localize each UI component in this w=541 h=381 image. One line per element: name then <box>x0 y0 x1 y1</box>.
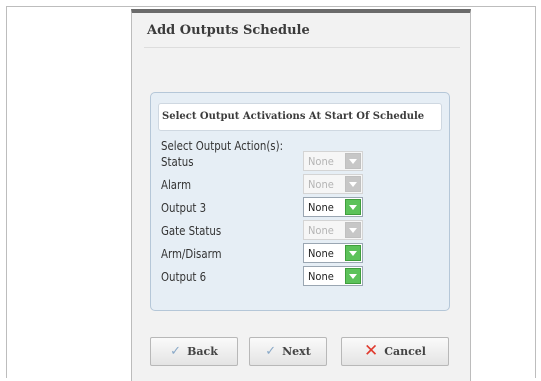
arm-disarm-select-value: None <box>308 247 334 260</box>
panel-header: Select Output Activations At Start Of Sc… <box>158 103 442 131</box>
gate-status-select: None <box>303 220 363 240</box>
output-activations-panel: Select Output Activations At Start Of Sc… <box>150 92 450 311</box>
check-icon: ✓ <box>170 344 182 359</box>
add-outputs-schedule-dialog: Add Outputs Schedule Select Output Activ… <box>131 9 471 381</box>
cancel-button-label: Cancel <box>384 345 426 358</box>
chevron-down-icon <box>345 153 361 169</box>
next-button[interactable]: ✓ Next <box>249 337 327 366</box>
status-select-value: None <box>308 155 334 168</box>
alarm-select: None <box>303 174 363 194</box>
arm-disarm-select[interactable]: None <box>303 243 363 263</box>
chevron-down-icon[interactable] <box>345 245 361 261</box>
select-output-actions-label: Select Output Action(s): <box>161 139 284 153</box>
row-label-alarm: Alarm <box>161 178 192 192</box>
x-icon: ✕ <box>363 341 379 361</box>
row-label-arm-disarm: Arm/Disarm <box>161 247 222 261</box>
panel-title: Select Output Activations At Start Of Sc… <box>162 111 425 122</box>
row-label-gate-status: Gate Status <box>161 224 222 238</box>
next-button-label: Next <box>282 345 311 358</box>
alarm-select-value: None <box>308 178 334 191</box>
chevron-down-icon[interactable] <box>345 199 361 215</box>
gate-status-select-value: None <box>308 224 334 237</box>
back-button-label: Back <box>187 345 218 358</box>
check-icon: ✓ <box>265 344 277 359</box>
output-3-select[interactable]: None <box>303 197 363 217</box>
chevron-down-icon[interactable] <box>345 268 361 284</box>
chevron-down-icon <box>345 176 361 192</box>
dialog-title: Add Outputs Schedule <box>147 23 310 38</box>
status-select: None <box>303 151 363 171</box>
back-button[interactable]: ✓ Back <box>150 337 238 366</box>
cancel-button[interactable]: ✕ Cancel <box>341 337 449 366</box>
row-label-output-3: Output 3 <box>161 201 207 215</box>
chevron-down-icon <box>345 222 361 238</box>
row-label-output-6: Output 6 <box>161 270 207 284</box>
title-divider <box>144 47 460 48</box>
output-6-select-value: None <box>308 270 334 283</box>
output-6-select[interactable]: None <box>303 266 363 286</box>
output-3-select-value: None <box>308 201 334 214</box>
row-label-status: Status <box>161 155 194 169</box>
